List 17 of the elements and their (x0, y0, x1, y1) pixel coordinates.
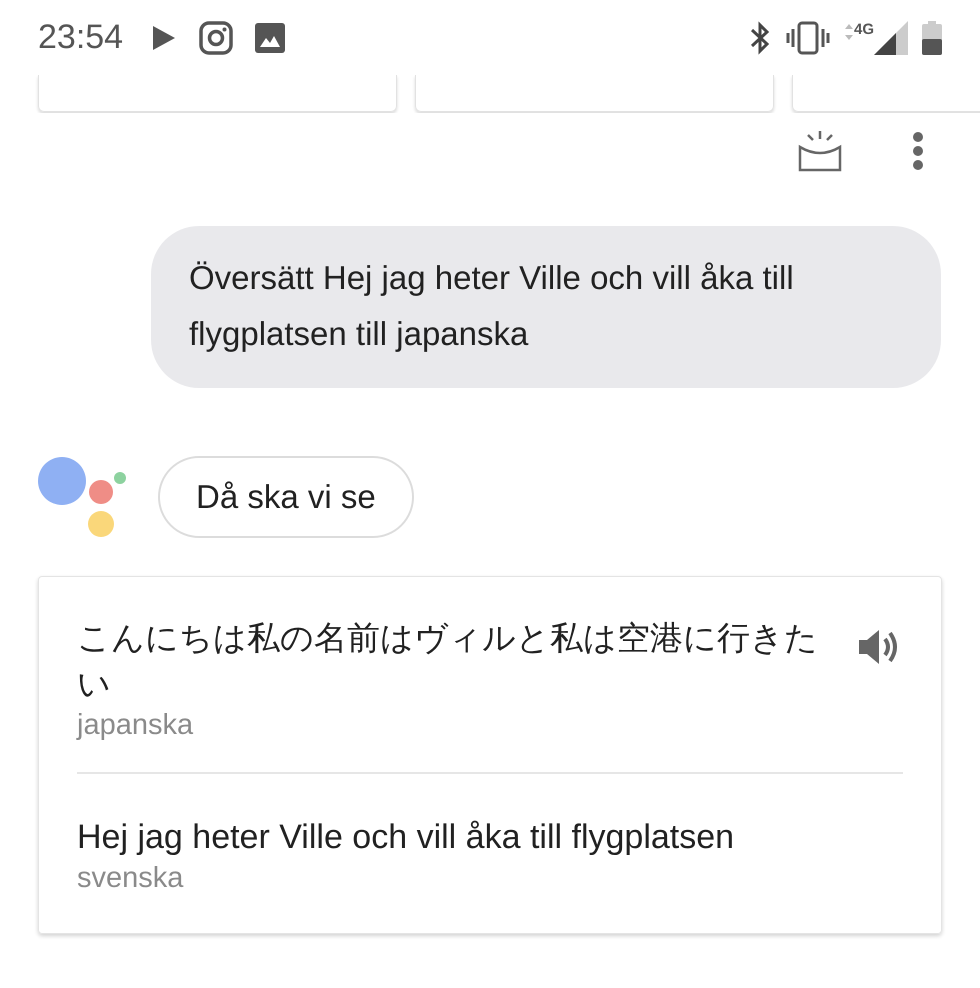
translated-text: こんにちは私の名前はヴィルと私は空港に行きたい (77, 617, 819, 705)
more-options-icon[interactable] (912, 131, 924, 171)
camera-icon (199, 20, 234, 54)
image-icon (255, 22, 286, 52)
network-type: 4G (854, 20, 874, 38)
source-text: Hej jag heter Ville och vill åka till flygplatsen (77, 817, 736, 858)
signal-icon (874, 20, 908, 54)
language-label: japanska (77, 709, 194, 742)
battery-icon (922, 20, 942, 54)
user-message: Översätt Hej jag heter Ville och vill åka till flygplatsen till japanska (151, 226, 941, 388)
tray-icon[interactable] (798, 129, 842, 173)
clock-time: 23:54 (38, 18, 124, 57)
assistant-logo-icon (38, 456, 128, 538)
assistant-message: Då ska vi se (158, 456, 414, 538)
vibrate-icon (786, 20, 830, 54)
language-label: svenska (77, 862, 184, 895)
play-icon (151, 24, 178, 52)
